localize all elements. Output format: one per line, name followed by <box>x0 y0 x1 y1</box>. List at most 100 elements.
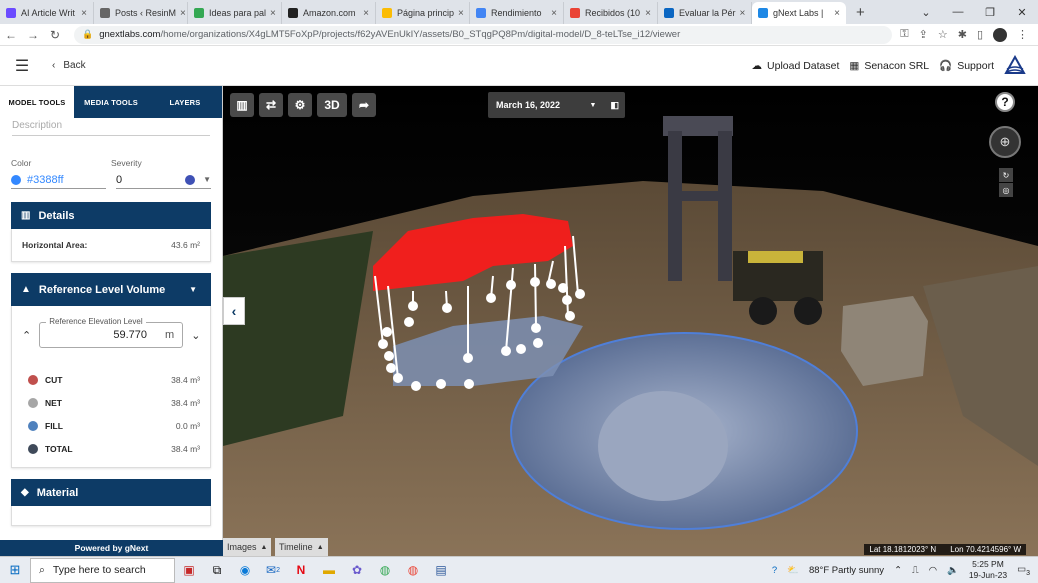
close-window-button[interactable]: ✕ <box>1006 6 1038 19</box>
netflix-icon[interactable]: N <box>287 557 315 583</box>
reference-elevation-value: 59.770 <box>113 329 148 341</box>
browser-tab[interactable]: gNext Labs | × <box>752 2 846 24</box>
timeline-toggle[interactable]: Timeline ▲ <box>275 538 328 556</box>
increase-elevation-icon[interactable]: ⌃ <box>22 329 31 342</box>
reference-elevation-input[interactable]: Reference Elevation Level 59.770 m <box>39 317 184 348</box>
tab-media-tools[interactable]: MEDIA TOOLS <box>74 86 148 118</box>
upload-dataset-button[interactable]: ☁ Upload Dataset <box>752 60 840 72</box>
focus-target-icon[interactable]: ◎ <box>999 183 1013 197</box>
restore-button[interactable]: ❐ <box>974 6 1006 19</box>
word-icon[interactable]: ▤ <box>427 557 455 583</box>
support-button[interactable]: 🎧 Support <box>939 59 994 73</box>
volume-icon[interactable]: 🔈 <box>947 565 959 576</box>
browser-tab[interactable]: Recibidos (10 × <box>564 2 658 24</box>
share-icon[interactable]: ⇪ <box>919 28 928 41</box>
tab-close-icon[interactable]: × <box>736 8 746 19</box>
tab-model-tools[interactable]: MODEL TOOLS <box>0 86 74 118</box>
star-icon[interactable]: ☆ <box>938 28 948 41</box>
organization-button[interactable]: ▦ Senacon SRL <box>849 60 929 72</box>
forward-arrow-icon[interactable]: → <box>22 28 44 42</box>
wifi-icon[interactable]: ◠ <box>929 565 937 576</box>
url-domain: gnextlabs.com <box>99 29 161 40</box>
back-arrow-icon[interactable]: ← <box>0 28 22 42</box>
browser-tab[interactable]: AI Article Writ × <box>0 2 94 24</box>
volume-row-net: NET 38.4 m³ <box>12 391 210 414</box>
browser-tab[interactable]: Posts ‹ ResinM × <box>94 2 188 24</box>
edge-icon[interactable]: ◉ <box>231 557 259 583</box>
date-select[interactable]: March 16, 2022 ▼ ◧ <box>488 92 625 118</box>
3d-viewport[interactable]: ▥ ⇄ ⚙ 3D ➦ March 16, 2022 ▼ ◧ ? ⊕ ↻ ◎ ‹ … <box>223 86 1038 556</box>
tray-chevron-icon[interactable]: ⌃ <box>894 565 902 576</box>
3d-toggle-button[interactable]: 3D <box>317 93 347 117</box>
severity-label: Severity <box>111 158 142 168</box>
mail-icon[interactable]: ✉ 2 <box>259 557 287 583</box>
images-toggle[interactable]: Images ▲ <box>223 538 272 556</box>
details-panel-header[interactable]: ▥ Details <box>11 202 211 229</box>
network-icon[interactable]: ⎍ <box>912 565 919 576</box>
extensions-icon[interactable]: ✱ <box>958 28 967 41</box>
file-explorer-icon[interactable]: ▬ <box>315 557 343 583</box>
help-tray-icon[interactable]: ? <box>772 565 777 576</box>
share-arrow-icon[interactable]: ➦ <box>352 93 376 117</box>
browser-tab[interactable]: Amazon.com × <box>282 2 376 24</box>
3d-model-scene[interactable] <box>223 86 1038 556</box>
new-tab-button[interactable]: + <box>846 4 875 21</box>
help-icon[interactable]: ? <box>995 92 1015 112</box>
collapse-sidebar-button[interactable]: ‹ <box>223 297 245 325</box>
tab-close-icon[interactable]: × <box>266 8 276 19</box>
color-value: #3388ff <box>27 173 64 186</box>
app-icon[interactable]: ✿ <box>343 557 371 583</box>
url-field[interactable]: 🔒 gnextlabs.com/home/organizations/X4gLM… <box>74 25 893 44</box>
tab-close-icon[interactable]: × <box>77 8 87 19</box>
back-button[interactable]: ‹ Back <box>52 60 86 71</box>
tab-favicon-icon <box>100 8 110 18</box>
severity-select[interactable]: 0 ▼ <box>116 171 211 189</box>
taskbar-search[interactable]: ⌕ Type here to search <box>30 557 175 583</box>
url-path: /home/organizations/X4gLMT5FoXpP/project… <box>160 29 681 40</box>
tab-close-icon[interactable]: × <box>454 8 464 19</box>
tab-close-icon[interactable]: × <box>830 8 840 19</box>
compass-navigation-icon[interactable]: ⊕ <box>989 126 1021 158</box>
decrease-elevation-icon[interactable]: ⌄ <box>191 329 200 342</box>
notifications-icon[interactable]: ▭3 <box>1017 564 1030 577</box>
profile-avatar[interactable] <box>993 27 1007 42</box>
weather-icon: ⛅ <box>787 564 799 576</box>
tab-close-icon[interactable]: × <box>176 8 186 19</box>
tab-favicon-icon <box>194 8 204 18</box>
tab-close-icon[interactable]: × <box>359 8 369 19</box>
headset-icon: 🎧 <box>939 60 953 72</box>
split-view-button[interactable]: ▥ <box>230 93 254 117</box>
settings-gear-icon[interactable]: ⚙ <box>288 93 312 117</box>
weather-text[interactable]: 88°F Partly sunny <box>809 565 884 576</box>
volume-value: 38.4 m³ <box>171 443 200 454</box>
tab-title: Amazon.com <box>303 8 356 18</box>
reset-rotation-icon[interactable]: ↻ <box>999 168 1013 182</box>
tab-close-icon[interactable]: × <box>641 8 651 19</box>
chrome-icon[interactable]: ◍ <box>371 557 399 583</box>
browser-tab[interactable]: Evaluar la Pér × <box>658 2 752 24</box>
hamburger-menu-icon[interactable]: ☰ <box>0 56 44 76</box>
tab-title: Recibidos (10 <box>585 8 641 18</box>
sidepanel-icon[interactable]: ▯ <box>977 28 983 41</box>
clock[interactable]: 5:25 PM 19-Jun-23 <box>969 559 1007 581</box>
tab-close-icon[interactable]: × <box>547 8 557 19</box>
description-input[interactable]: Description <box>12 120 210 136</box>
windows-start-icon[interactable]: ⊞ <box>0 562 30 578</box>
calendar-compare-icon[interactable]: ◧ <box>610 100 619 111</box>
tab-layers[interactable]: LAYERS <box>148 86 222 118</box>
tab-search-icon[interactable]: ⌄ <box>910 6 942 19</box>
browser-tab[interactable]: Página princip × <box>376 2 470 24</box>
flag-app-icon[interactable]: ▣ <box>175 557 203 583</box>
compare-button[interactable]: ⇄ <box>259 93 283 117</box>
minimize-button[interactable]: — <box>942 6 974 18</box>
browser-tab[interactable]: Ideas para pal × <box>188 2 282 24</box>
material-panel-header[interactable]: ◆ Material <box>11 479 211 506</box>
reload-icon[interactable]: ↻ <box>44 28 66 42</box>
key-icon[interactable]: ⚿ <box>900 28 908 41</box>
chrome-active-icon[interactable]: ◍ <box>399 557 427 583</box>
reference-volume-panel-header[interactable]: ▲ Reference Level Volume ▼ <box>11 273 211 306</box>
task-view-icon[interactable]: ⧉ <box>203 557 231 583</box>
menu-dots-icon[interactable]: ⋮ <box>1017 28 1028 41</box>
color-field[interactable]: #3388ff <box>11 171 106 189</box>
browser-tab[interactable]: Rendimiento × <box>470 2 564 24</box>
